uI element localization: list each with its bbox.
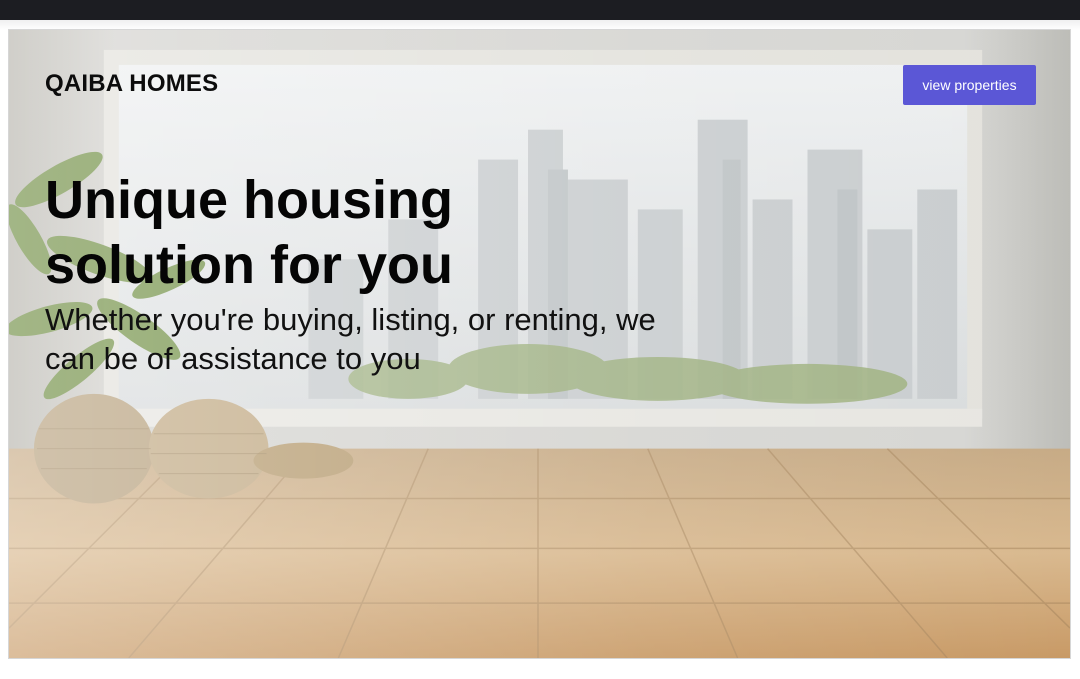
hero-section: QAIBA HOMES view properties Unique housi… [8,29,1071,659]
brand-logo-text: QAIBA HOMES [45,70,219,97]
browser-top-bar [0,0,1080,20]
view-properties-button[interactable]: view properties [903,65,1036,105]
hero-subheadline: Whether you're buying, listing, or renti… [45,302,656,376]
hero-headline: Unique housing solution for you [45,170,453,295]
